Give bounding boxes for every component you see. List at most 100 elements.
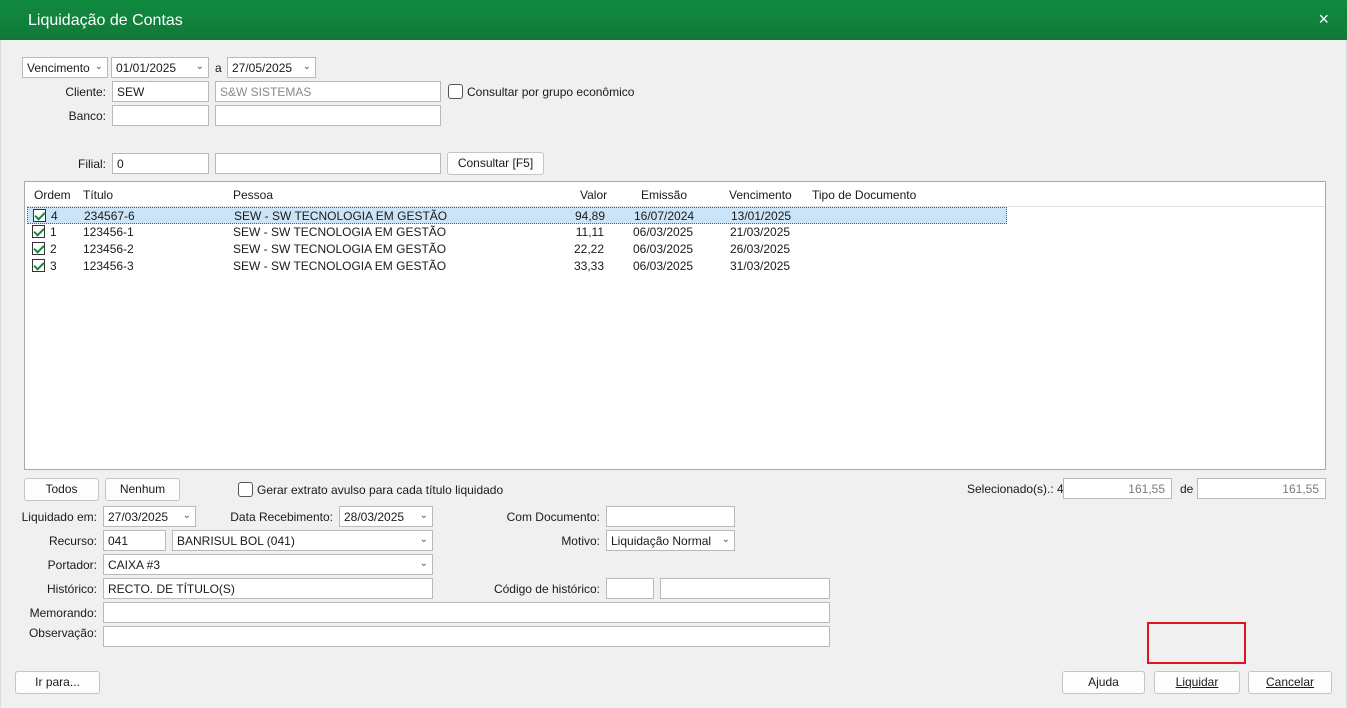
codigo-historico-input[interactable] <box>606 578 654 599</box>
titles-grid[interactable]: Ordem Título Pessoa Valor Emissão Vencim… <box>24 181 1326 470</box>
data-recebimento-label: Data Recebimento: <box>230 510 333 524</box>
cell-emissao: 16/07/2024 <box>634 209 695 223</box>
col-header-pessoa[interactable]: Pessoa <box>233 188 273 202</box>
table-row[interactable]: 3 123456-3 SEW - SW TECNOLOGIA EM GESTÃO… <box>27 258 1007 275</box>
cell-ordem: 4 <box>51 209 58 223</box>
cell-pessoa: SEW - SW TECNOLOGIA EM GESTÃO <box>233 259 447 273</box>
cell-titulo: 234567-6 <box>84 209 135 223</box>
cell-vencimento: 21/03/2025 <box>730 225 791 239</box>
date-type-select[interactable]: Vencimento ⌄ <box>22 57 108 78</box>
banco-code-input[interactable] <box>112 105 209 126</box>
motivo-label: Motivo: <box>561 534 600 548</box>
window-title: Liquidação de Contas <box>28 12 183 29</box>
col-header-tipo-documento[interactable]: Tipo de Documento <box>812 188 916 202</box>
de-label: de <box>1180 482 1194 496</box>
cell-valor: 33,33 <box>573 259 604 273</box>
date-to-value: 27/05/2025 <box>232 61 293 75</box>
date-range-separator: a <box>215 61 222 75</box>
cell-valor: 94,89 <box>574 209 605 223</box>
cell-emissao: 06/03/2025 <box>633 242 694 256</box>
grupo-economico-checkbox[interactable] <box>448 84 463 99</box>
portador-label: Portador: <box>47 558 97 572</box>
cell-vencimento: 13/01/2025 <box>731 209 792 223</box>
grupo-economico-label: Consultar por grupo econômico <box>467 85 635 99</box>
extrato-avulso-checkbox[interactable] <box>238 482 253 497</box>
chevron-down-icon: ⌄ <box>182 510 191 521</box>
data-recebimento-picker[interactable]: 28/03/2025 ⌄ <box>339 506 433 527</box>
table-row[interactable]: 1 123456-1 SEW - SW TECNOLOGIA EM GESTÃO… <box>27 224 1007 241</box>
row-checkbox[interactable] <box>33 209 46 222</box>
date-type-value: Vencimento <box>27 61 90 75</box>
recurso-label: Recurso: <box>48 534 97 548</box>
date-to-picker[interactable]: 27/05/2025 ⌄ <box>227 57 316 78</box>
cell-ordem: 1 <box>50 225 57 239</box>
col-header-titulo[interactable]: Título <box>83 188 113 202</box>
chevron-down-icon: ⌄ <box>419 510 428 521</box>
col-header-vencimento[interactable]: Vencimento <box>729 188 792 202</box>
table-row[interactable]: 4 234567-6 SEW - SW TECNOLOGIA EM GESTÃO… <box>27 207 1007 224</box>
row-checkbox[interactable] <box>32 259 45 272</box>
cliente-code-input[interactable]: SEW <box>112 81 209 102</box>
recurso-select[interactable]: BANRISUL BOL (041) ⌄ <box>172 530 433 551</box>
cell-titulo: 123456-3 <box>83 259 134 273</box>
cell-titulo: 123456-1 <box>83 225 134 239</box>
cell-pessoa: SEW - SW TECNOLOGIA EM GESTÃO <box>233 242 447 256</box>
portador-value: CAIXA #3 <box>108 558 161 572</box>
chevron-down-icon: ⌄ <box>419 558 428 569</box>
com-documento-input[interactable] <box>606 506 735 527</box>
selecionados-label: Selecionado(s).: 4 <box>967 482 1064 496</box>
chevron-down-icon: ⌄ <box>195 61 204 72</box>
selecionados-value: 161,55 <box>1063 478 1172 499</box>
historico-input[interactable]: RECTO. DE TÍTULO(S) <box>103 578 433 599</box>
table-row[interactable]: 2 123456-2 SEW - SW TECNOLOGIA EM GESTÃO… <box>27 241 1007 258</box>
cell-valor: 22,22 <box>573 242 604 256</box>
filial-label: Filial: <box>77 157 106 171</box>
filial-code-input[interactable]: 0 <box>112 153 209 174</box>
codigo-historico-name <box>660 578 830 599</box>
col-header-valor[interactable]: Valor <box>580 188 607 202</box>
highlight-box <box>1147 622 1246 664</box>
chevron-down-icon: ⌄ <box>419 534 428 545</box>
cell-valor: 11,11 <box>575 225 604 239</box>
nenhum-button[interactable]: Nenhum <box>105 478 180 501</box>
codigo-historico-label: Código de histórico: <box>493 582 600 596</box>
cell-ordem: 3 <box>50 259 57 273</box>
cliente-name-field: S&W SISTEMAS <box>215 81 441 102</box>
portador-select[interactable]: CAIXA #3 ⌄ <box>103 554 433 575</box>
date-from-picker[interactable]: 01/01/2025 ⌄ <box>111 57 209 78</box>
chevron-down-icon: ⌄ <box>302 61 311 72</box>
col-header-ordem[interactable]: Ordem <box>34 188 71 202</box>
recurso-code-input[interactable]: 041 <box>103 530 166 551</box>
cancelar-button[interactable]: Cancelar <box>1248 671 1332 694</box>
close-icon[interactable]: × <box>1318 10 1329 28</box>
cell-ordem: 2 <box>50 242 57 256</box>
motivo-select[interactable]: Liquidação Normal ⌄ <box>606 530 735 551</box>
memorando-label: Memorando: <box>29 606 97 620</box>
consultar-button[interactable]: Consultar [F5] <box>447 152 544 175</box>
cell-vencimento: 26/03/2025 <box>730 242 791 256</box>
memorando-input[interactable] <box>103 602 830 623</box>
liquidar-button[interactable]: Liquidar <box>1154 671 1240 694</box>
cell-emissao: 06/03/2025 <box>633 225 694 239</box>
dialog-body: Vencimento ⌄ 01/01/2025 ⌄ a 27/05/2025 ⌄… <box>0 40 1347 708</box>
liquidado-label: Liquidado em: <box>21 510 97 524</box>
liquidado-date-picker[interactable]: 27/03/2025 ⌄ <box>103 506 196 527</box>
data-recebimento-value: 28/03/2025 <box>344 510 405 524</box>
ir-para-button[interactable]: Ir para... <box>15 671 100 694</box>
col-header-emissao[interactable]: Emissão <box>641 188 687 202</box>
total-value: 161,55 <box>1197 478 1326 499</box>
cell-vencimento: 31/03/2025 <box>730 259 791 273</box>
cell-pessoa: SEW - SW TECNOLOGIA EM GESTÃO <box>234 209 448 223</box>
ajuda-button[interactable]: Ajuda <box>1062 671 1145 694</box>
row-checkbox[interactable] <box>32 225 45 238</box>
cell-titulo: 123456-2 <box>83 242 134 256</box>
banco-name-field <box>215 105 441 126</box>
observacao-label: Observação: <box>28 626 97 640</box>
extrato-avulso-label: Gerar extrato avulso para cada título li… <box>257 483 504 497</box>
observacao-input[interactable] <box>103 626 830 647</box>
row-checkbox[interactable] <box>32 242 45 255</box>
todos-button[interactable]: Todos <box>24 478 99 501</box>
filial-name-field <box>215 153 441 174</box>
recurso-name: BANRISUL BOL (041) <box>177 534 295 548</box>
com-documento-label: Com Documento: <box>506 510 600 524</box>
